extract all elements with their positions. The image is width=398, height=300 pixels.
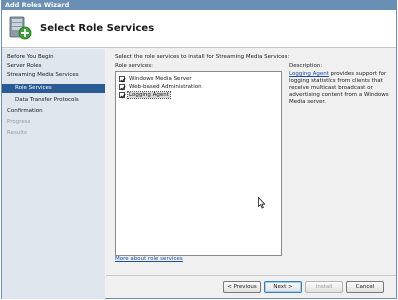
role-service-label: Windows Media Server [129, 75, 192, 82]
wizard-step-nav: Before You Begin Server Roles Streaming … [2, 49, 105, 299]
install-button: Install [305, 281, 343, 293]
cancel-button[interactable]: Cancel [346, 281, 384, 293]
window-title: Add Roles Wizard [2, 1, 396, 10]
role-services-list[interactable]: Windows Media Server Web-based Administr… [115, 71, 282, 256]
instruction-text: Select the role services to install for … [115, 54, 290, 60]
nav-item-confirmation[interactable]: Confirmation [2, 107, 105, 116]
description-link[interactable]: Logging Agent [289, 71, 329, 77]
next-button[interactable]: Next > [264, 281, 302, 293]
role-service-item[interactable]: Windows Media Server [119, 75, 193, 82]
nav-item-role-services[interactable]: Role Services [2, 84, 105, 93]
checkbox-checked[interactable] [119, 91, 126, 98]
role-services-label: Role services: [115, 63, 154, 69]
nav-item-server-roles[interactable]: Server Roles [2, 62, 105, 71]
nav-item-data-transfer-protocols[interactable]: Data Transfer Protocols [2, 96, 105, 105]
description-text: Logging Agent provides support for loggi… [289, 71, 394, 106]
checkbox-checked[interactable] [119, 83, 126, 90]
header-banner: Select Role Services [2, 10, 396, 48]
description-label: Description: [289, 63, 323, 69]
main-content: Select the role services to install for … [106, 49, 396, 275]
role-service-label: Logging Agent [127, 90, 171, 99]
wizard-window: Add Roles Wizard Select Role Services Be… [1, 0, 397, 299]
previous-button[interactable]: < Previous [223, 281, 261, 293]
more-about-role-services-link[interactable]: More about role services [115, 256, 183, 262]
server-roles-add-icon [8, 15, 32, 41]
role-service-label: Web-based Administration [129, 83, 202, 90]
nav-item-progress: Progress [7, 119, 31, 125]
role-service-item[interactable]: Logging Agent [119, 90, 171, 99]
page-title: Select Role Services [40, 23, 155, 34]
mouse-cursor-icon [258, 196, 266, 209]
nav-item-streaming-media-services[interactable]: Streaming Media Services [2, 71, 105, 80]
nav-item-results: Results [7, 130, 27, 136]
footer-divider [106, 275, 396, 276]
checkbox-checked[interactable] [119, 75, 126, 82]
role-service-item[interactable]: Web-based Administration [119, 83, 203, 90]
nav-item-before-you-begin[interactable]: Before You Begin [2, 53, 105, 62]
